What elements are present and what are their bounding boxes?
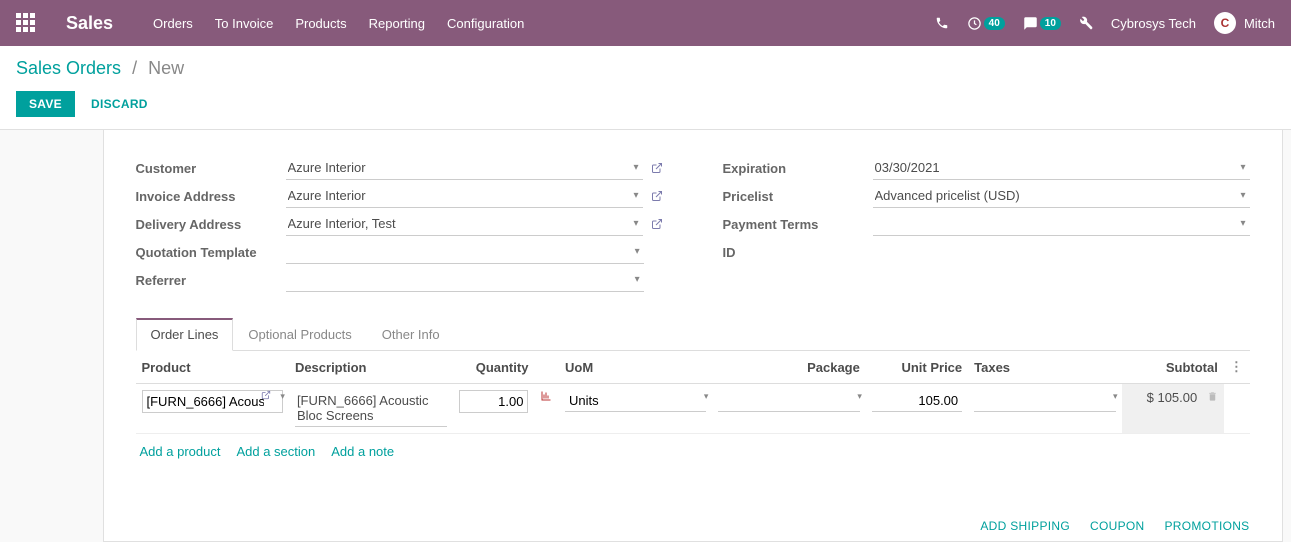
activities-icon[interactable]: 40 xyxy=(967,16,1005,31)
referrer-label: Referrer xyxy=(136,273,286,288)
col-quantity: Quantity xyxy=(453,351,535,384)
line-subtotal: $ 105.00 xyxy=(1147,390,1198,405)
external-link-icon[interactable] xyxy=(651,190,663,202)
menu-reporting[interactable]: Reporting xyxy=(369,16,425,31)
expiration-label: Expiration xyxy=(723,161,873,176)
col-subtotal: Subtotal xyxy=(1122,351,1224,384)
col-forecast-icon xyxy=(534,351,559,384)
app-brand[interactable]: Sales xyxy=(66,13,113,34)
phone-icon[interactable] xyxy=(935,16,949,30)
col-uom: UoM xyxy=(559,351,712,384)
form-actions: SAVE DISCARD xyxy=(16,91,1275,117)
navbar-right: 40 10 Cybrosys Tech C Mitch xyxy=(935,12,1275,34)
invoice-address-field[interactable] xyxy=(286,184,643,208)
menu-orders[interactable]: Orders xyxy=(153,16,193,31)
control-panel: Sales Orders / New SAVE DISCARD xyxy=(0,46,1291,130)
tools-icon[interactable] xyxy=(1079,16,1093,30)
promotions-button[interactable]: PROMOTIONS xyxy=(1164,519,1249,533)
col-taxes: Taxes xyxy=(968,351,1121,384)
user-menu[interactable]: C Mitch xyxy=(1214,12,1275,34)
invoice-address-label: Invoice Address xyxy=(136,189,286,204)
form-right-column: Expiration ▾ Pricelist ▾ Payment Terms xyxy=(723,154,1250,294)
menu-to-invoice[interactable]: To Invoice xyxy=(215,16,274,31)
line-description[interactable]: [FURN_6666] Acoustic Bloc Screens xyxy=(295,390,447,427)
trash-icon[interactable] xyxy=(1207,390,1218,405)
quotation-template-label: Quotation Template xyxy=(136,245,286,260)
tab-other-info[interactable]: Other Info xyxy=(367,318,455,350)
external-link-icon[interactable] xyxy=(651,218,663,230)
expiration-field[interactable] xyxy=(873,156,1250,180)
id-label: ID xyxy=(723,245,873,260)
external-link-icon[interactable] xyxy=(261,390,271,400)
add-section-link[interactable]: Add a section xyxy=(236,444,315,459)
forecast-icon[interactable] xyxy=(540,390,553,402)
pricelist-label: Pricelist xyxy=(723,189,873,204)
add-shipping-button[interactable]: ADD SHIPPING xyxy=(980,519,1070,533)
apps-icon[interactable] xyxy=(16,13,36,33)
company-selector[interactable]: Cybrosys Tech xyxy=(1111,16,1196,31)
payment-terms-label: Payment Terms xyxy=(723,217,873,232)
activities-badge: 40 xyxy=(984,17,1005,30)
pricelist-field[interactable] xyxy=(873,184,1250,208)
breadcrumb-current: New xyxy=(148,58,184,78)
breadcrumb-sep: / xyxy=(132,58,137,78)
user-name: Mitch xyxy=(1244,16,1275,31)
messages-icon[interactable]: 10 xyxy=(1023,16,1061,31)
kebab-icon[interactable]: ⋮ xyxy=(1230,359,1243,374)
discard-button[interactable]: DISCARD xyxy=(91,97,148,111)
add-links-row: Add a product Add a section Add a note xyxy=(136,434,1250,471)
customer-label: Customer xyxy=(136,161,286,176)
payment-terms-field[interactable] xyxy=(873,212,1250,236)
line-package-field[interactable] xyxy=(718,390,859,412)
table-row: ▾ [FURN_6666] Acoustic Bloc Screens xyxy=(136,384,1250,434)
order-lines-table: Product Description Quantity UoM Package… xyxy=(136,351,1250,434)
company-name: Cybrosys Tech xyxy=(1111,16,1196,31)
customer-field[interactable] xyxy=(286,156,643,180)
menu-products[interactable]: Products xyxy=(295,16,346,31)
referrer-field[interactable] xyxy=(286,268,644,292)
col-package: Package xyxy=(712,351,865,384)
coupon-button[interactable]: COUPON xyxy=(1090,519,1144,533)
external-link-icon[interactable] xyxy=(651,162,663,174)
col-description: Description xyxy=(289,351,453,384)
form-tabs: Order Lines Optional Products Other Info xyxy=(136,318,1250,351)
save-button[interactable]: SAVE xyxy=(16,91,75,117)
form-left-column: Customer ▾ Invoice Address ▾ xyxy=(136,154,663,294)
line-uom-field[interactable] xyxy=(565,390,706,412)
footer-actions: ADD SHIPPING COUPON PROMOTIONS xyxy=(136,511,1250,533)
form-sheet: Customer ▾ Invoice Address ▾ xyxy=(103,130,1283,542)
delivery-address-label: Delivery Address xyxy=(136,217,286,232)
delivery-address-field[interactable] xyxy=(286,212,643,236)
tab-optional-products[interactable]: Optional Products xyxy=(233,318,366,350)
line-taxes-field[interactable] xyxy=(974,390,1115,412)
add-note-link[interactable]: Add a note xyxy=(331,444,394,459)
col-unit-price: Unit Price xyxy=(866,351,968,384)
main-menu: Orders To Invoice Products Reporting Con… xyxy=(153,16,524,31)
col-product: Product xyxy=(136,351,289,384)
breadcrumb: Sales Orders / New xyxy=(16,58,1275,79)
breadcrumb-root[interactable]: Sales Orders xyxy=(16,58,121,78)
avatar: C xyxy=(1214,12,1236,34)
line-quantity-field[interactable] xyxy=(459,390,529,413)
quotation-template-field[interactable] xyxy=(286,240,644,264)
line-unit-price-field[interactable] xyxy=(872,390,962,412)
col-kebab: ⋮ xyxy=(1224,351,1250,384)
menu-configuration[interactable]: Configuration xyxy=(447,16,524,31)
add-product-link[interactable]: Add a product xyxy=(140,444,221,459)
tab-order-lines[interactable]: Order Lines xyxy=(136,318,234,351)
top-navbar: Sales Orders To Invoice Products Reporti… xyxy=(0,0,1291,46)
messages-badge: 10 xyxy=(1040,17,1061,30)
